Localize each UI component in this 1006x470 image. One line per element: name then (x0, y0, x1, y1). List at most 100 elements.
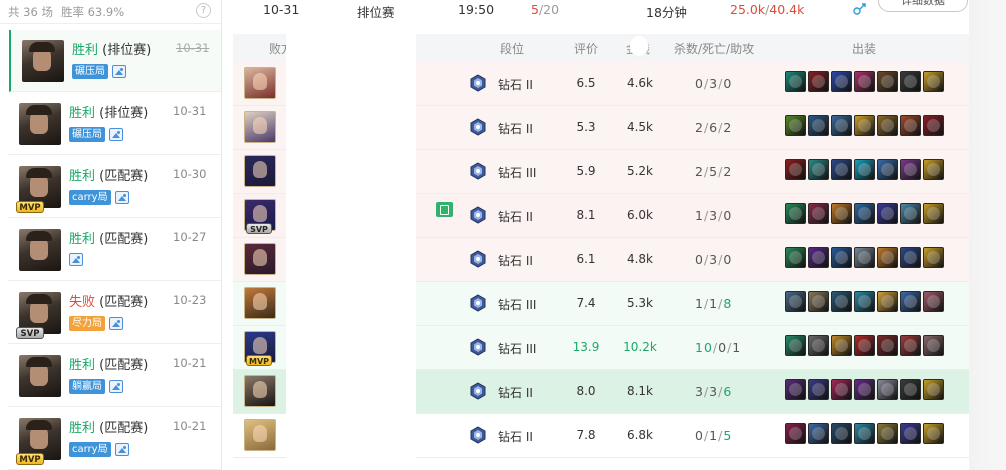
item-icon[interactable] (831, 379, 852, 400)
item-icon[interactable] (900, 423, 921, 444)
image-icon[interactable] (109, 380, 123, 393)
item-icon[interactable] (900, 379, 921, 400)
item-icon[interactable] (900, 203, 921, 224)
champion-portrait[interactable] (244, 155, 276, 187)
item-icon[interactable] (854, 115, 875, 136)
total-games: 共 36 场 (8, 4, 53, 19)
item-icon[interactable] (831, 203, 852, 224)
detail-data-button[interactable]: 详细数据 (878, 0, 968, 12)
item-icon[interactable] (923, 291, 944, 312)
item-icon[interactable] (900, 335, 921, 356)
item-icon[interactable] (923, 379, 944, 400)
item-icon[interactable] (854, 291, 875, 312)
item-icon[interactable] (923, 423, 944, 444)
item-icon[interactable] (854, 247, 875, 268)
item-icon[interactable] (877, 115, 898, 136)
item-icon[interactable] (831, 247, 852, 268)
deaths: 5 (709, 164, 719, 179)
match-history-item[interactable]: 胜利 (匹配赛) 10-27 (8, 219, 221, 281)
rank-icon (470, 338, 486, 356)
item-icon[interactable] (854, 159, 875, 180)
item-icon[interactable] (808, 291, 829, 312)
item-icon[interactable] (900, 71, 921, 92)
item-icon[interactable] (877, 247, 898, 268)
image-icon[interactable] (114, 443, 129, 456)
item-icon[interactable] (785, 291, 806, 312)
item-icon[interactable] (923, 159, 944, 180)
match-history-item[interactable]: MVP 胜利 (匹配赛) 10-30 carry局 (8, 156, 221, 218)
champion-portrait[interactable] (244, 67, 276, 99)
champion-portrait[interactable] (244, 243, 276, 275)
match-history-item[interactable]: SVP 失败 (匹配赛) 10-23 尽力局 (8, 282, 221, 344)
item-icon[interactable] (877, 335, 898, 356)
item-icon[interactable] (854, 71, 875, 92)
item-icon[interactable] (831, 335, 852, 356)
item-icon[interactable] (808, 423, 829, 444)
item-icon[interactable] (808, 71, 829, 92)
item-icon[interactable] (831, 71, 852, 92)
item-icon[interactable] (877, 379, 898, 400)
item-icon[interactable] (854, 423, 875, 444)
item-icon[interactable] (877, 71, 898, 92)
item-icon[interactable] (923, 115, 944, 136)
champion-portrait[interactable] (244, 419, 276, 451)
item-icon[interactable] (808, 379, 829, 400)
match-tags: carry局 (69, 442, 129, 457)
copy-icon[interactable] (436, 202, 453, 217)
item-icon[interactable] (785, 423, 806, 444)
item-icon[interactable] (854, 379, 875, 400)
share-icon[interactable] (853, 2, 867, 15)
item-icon[interactable] (923, 247, 944, 268)
match-history-item[interactable]: 胜利 (排位赛) 10-31 碾压局 (8, 93, 221, 155)
match-history-item[interactable]: MVP 胜利 (匹配赛) 10-21 carry局 (8, 408, 221, 470)
item-icon[interactable] (808, 203, 829, 224)
item-icon[interactable] (900, 115, 921, 136)
item-icon[interactable] (831, 159, 852, 180)
item-icon[interactable] (923, 335, 944, 356)
item-build (785, 335, 944, 356)
deaths: 1 (709, 428, 719, 443)
champion-portrait[interactable] (244, 375, 276, 407)
item-icon[interactable] (923, 71, 944, 92)
item-icon[interactable] (808, 115, 829, 136)
image-icon[interactable] (69, 253, 83, 266)
image-icon[interactable] (114, 191, 129, 204)
item-icon[interactable] (785, 159, 806, 180)
item-icon[interactable] (808, 247, 829, 268)
item-icon[interactable] (785, 203, 806, 224)
item-icon[interactable] (877, 203, 898, 224)
item-icon[interactable] (877, 291, 898, 312)
item-icon[interactable] (900, 291, 921, 312)
item-icon[interactable] (785, 379, 806, 400)
item-icon[interactable] (785, 247, 806, 268)
help-icon[interactable]: ? (196, 3, 211, 18)
item-icon[interactable] (854, 335, 875, 356)
item-icon[interactable] (808, 159, 829, 180)
match-history-item[interactable]: 胜利 (匹配赛) 10-21 躺赢局 (8, 345, 221, 407)
item-icon[interactable] (877, 423, 898, 444)
image-icon[interactable] (112, 65, 126, 78)
item-build (785, 379, 944, 400)
player-kda: 1/1/8 (695, 296, 733, 311)
champion-portrait[interactable] (244, 111, 276, 143)
item-icon[interactable] (785, 71, 806, 92)
item-icon[interactable] (900, 247, 921, 268)
item-icon[interactable] (831, 115, 852, 136)
item-icon[interactable] (831, 291, 852, 312)
team-kda: 5/20 (531, 2, 559, 17)
item-icon[interactable] (808, 335, 829, 356)
player-kda: 0/1/5 (695, 428, 733, 443)
match-history-item[interactable]: 胜利 (排位赛) 10-31 碾压局 (9, 30, 221, 92)
image-icon[interactable] (109, 128, 123, 141)
item-icon[interactable] (785, 335, 806, 356)
item-icon[interactable] (923, 203, 944, 224)
item-icon[interactable] (785, 115, 806, 136)
item-icon[interactable] (854, 203, 875, 224)
item-icon[interactable] (877, 159, 898, 180)
image-icon[interactable] (109, 317, 123, 330)
item-icon[interactable] (900, 159, 921, 180)
item-icon[interactable] (831, 423, 852, 444)
match-tag: carry局 (69, 190, 111, 205)
champion-portrait[interactable] (244, 287, 276, 319)
match-date-label: 10-31 (173, 104, 207, 118)
